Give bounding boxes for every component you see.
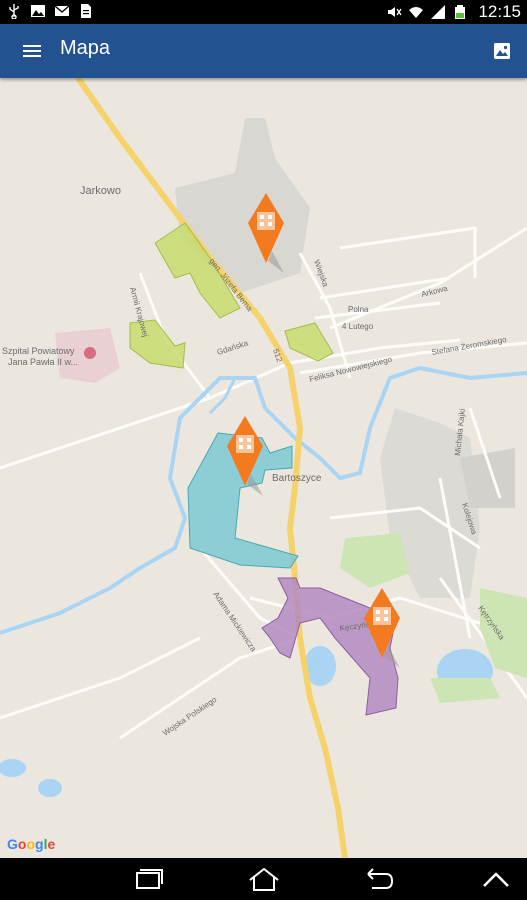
mute-icon [388,7,402,17]
clock: 12:15 [478,2,521,21]
menu-icon [23,45,41,47]
status-bar: 12:15 [0,0,527,24]
pond-sw [0,759,26,777]
mail-icon [54,5,70,16]
map-layers-icon [494,43,510,59]
up-button[interactable] [476,864,516,894]
map-view[interactable]: Jarkowo Szpital Powiatowy Jana Pawła II … [0,78,527,858]
home-button[interactable] [244,864,284,894]
label-hospital-2: Jana Pawła II w... [8,357,78,367]
label-wojska-polskiego: Wojska Polskiego [161,695,219,738]
app-bar: Mapa [0,24,527,78]
recent-apps-button[interactable] [128,864,168,894]
usb-icon [9,4,19,19]
label-jarkowo: Jarkowo [80,185,121,197]
home-icon [249,867,279,891]
navigation-bar [0,858,527,900]
wifi-icon [409,7,424,18]
label-arkowa: Arkowa [420,284,449,299]
label-welska: Wiejska [312,259,330,289]
map-layers-button[interactable] [487,36,517,66]
notification-icons [6,3,94,19]
map-canvas[interactable]: Jarkowo Szpital Powiatowy Jana Pawła II … [0,78,527,858]
system-icons: 12:15 [386,2,521,22]
label-gdanska: Gdańska [216,338,250,357]
document-icon [81,4,91,18]
google-attribution: Google [7,836,56,852]
page-title: Mapa [60,37,111,59]
hospital-icon [84,347,96,359]
menu-button[interactable] [14,36,44,66]
back-icon [367,868,394,889]
park [340,533,410,588]
label-bartoszyce: Bartoszyce [272,473,322,484]
zone-green-east[interactable] [284,322,334,362]
back-button[interactable] [358,864,398,894]
battery-icon [455,5,466,19]
pond-sw-2 [38,779,62,797]
recent-apps-icon [136,869,163,889]
label-lutego: 4 Lutego [342,322,374,331]
zone-green-west[interactable] [129,319,186,369]
image-icon [31,5,45,17]
label-hospital-1: Szpital Powiatowy [2,346,75,356]
signal-icon [431,5,446,19]
label-polna: Polna [348,305,369,314]
up-icon [483,872,509,887]
